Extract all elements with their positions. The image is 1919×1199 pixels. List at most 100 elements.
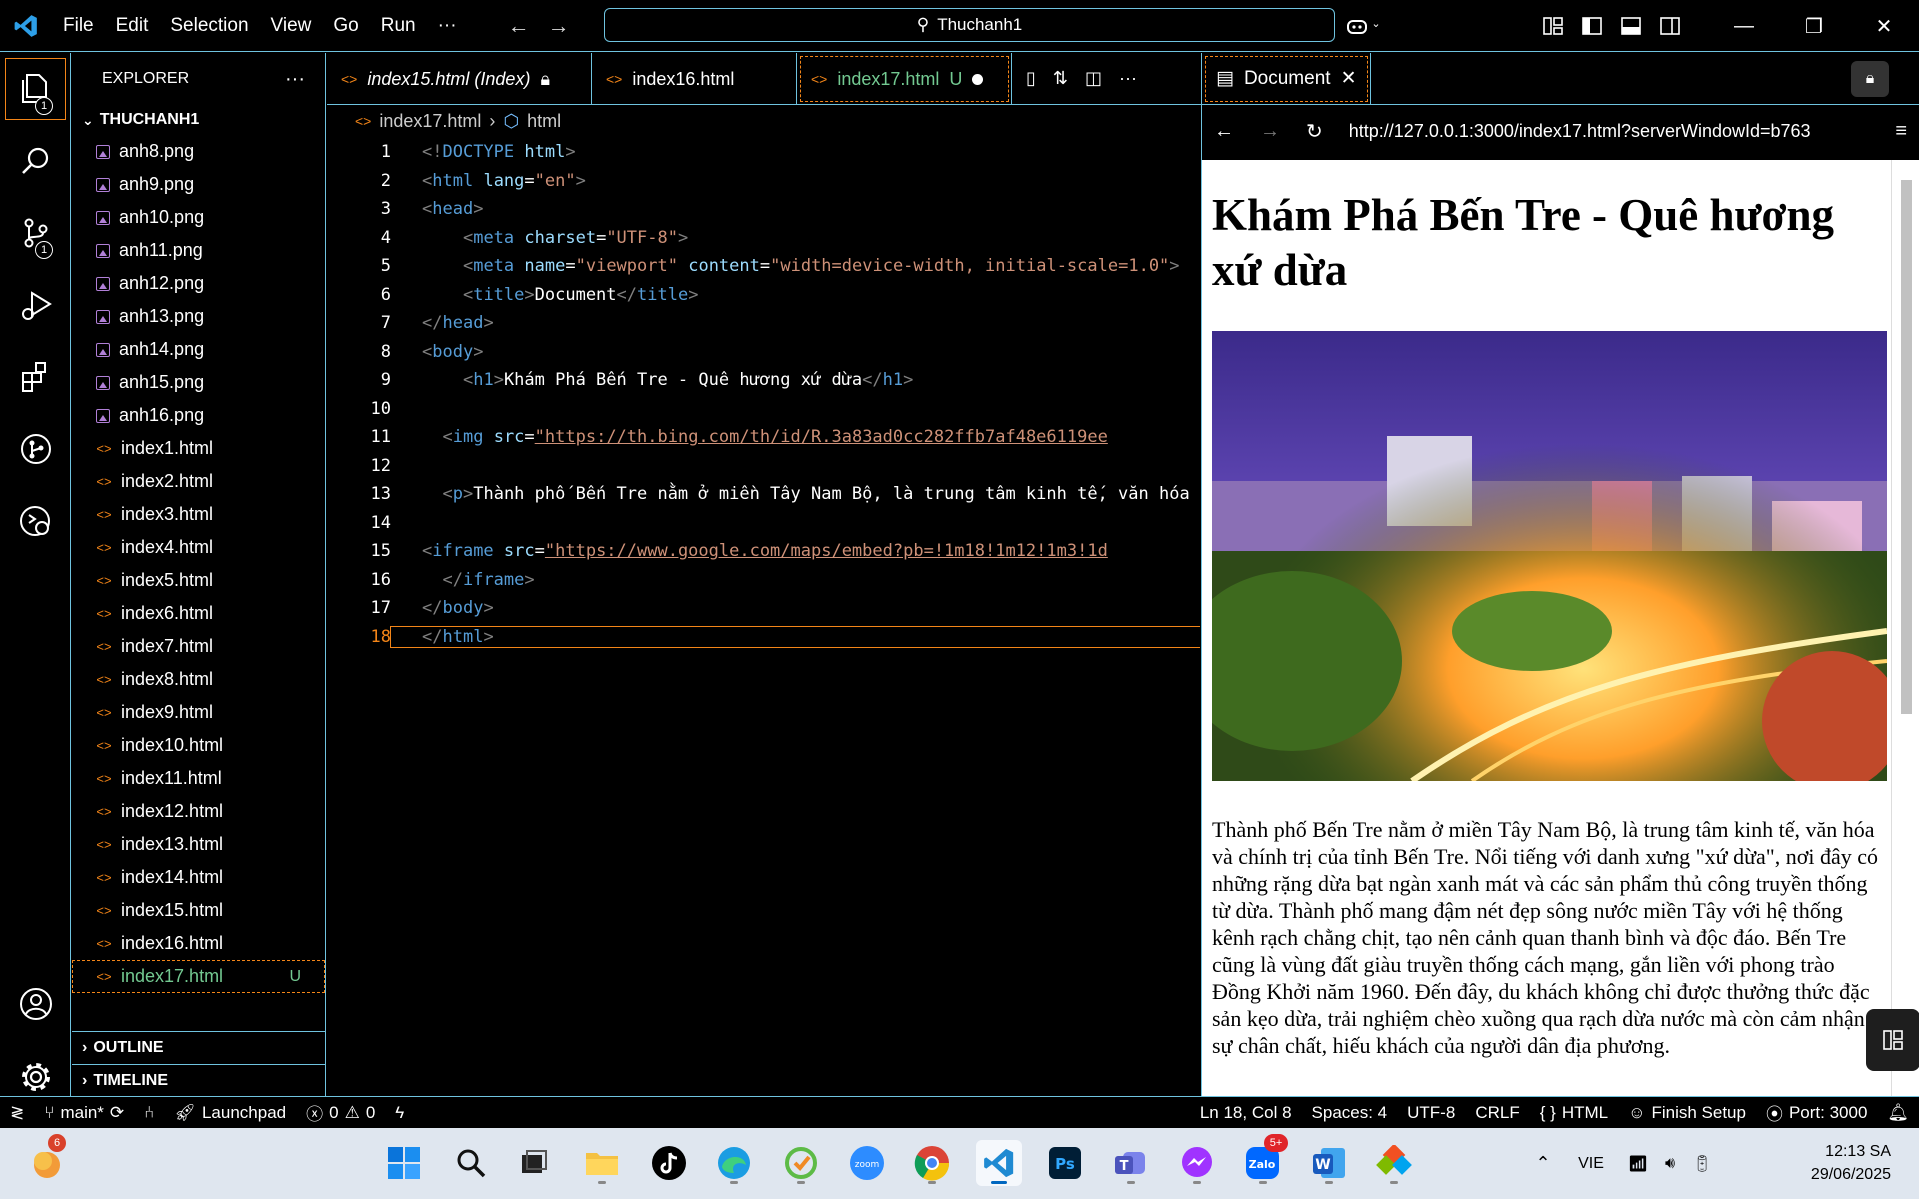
close-icon[interactable]: ✕ [1341,67,1357,90]
accounts-icon[interactable] [0,968,71,1040]
preview-toolbar-icon[interactable] [1866,1009,1919,1071]
indentation[interactable]: Spaces: 4 [1302,1103,1398,1123]
encoding[interactable]: UTF-8 [1397,1103,1465,1123]
file-item[interactable]: <> index7.html [72,630,325,663]
folder-header[interactable]: ⌄ THUCHANH1 [72,105,325,135]
explorer-icon[interactable]: 1 [0,53,71,125]
more-actions-icon[interactable]: ··· [285,68,305,91]
windows-start-icon[interactable] [381,1140,427,1186]
breadcrumb-symbol[interactable]: html [527,111,561,132]
minimize-button[interactable]: — [1709,15,1779,38]
menu-selection[interactable]: Selection [159,15,259,37]
file-item[interactable]: <> index14.html [72,861,325,894]
file-item[interactable]: <> index3.html [72,498,325,531]
file-item[interactable]: <> index11.html [72,762,325,795]
file-item[interactable]: anh9.png [72,168,325,201]
file-item[interactable]: <> index2.html [72,465,325,498]
wifi-icon[interactable]: 📶︎ [1621,1154,1655,1174]
messenger-icon[interactable] [1174,1140,1220,1186]
file-item[interactable]: <> index5.html [72,564,325,597]
launchpad-item[interactable]: 🚀︎ Launchpad [164,1103,296,1123]
url-bar[interactable]: http://127.0.0.1:3000/index17.html?serve… [1349,121,1870,142]
teams-icon[interactable]: T [1108,1140,1154,1186]
toggle-secondary-sidebar-icon[interactable] [1650,17,1689,35]
tiktok-icon[interactable] [646,1140,692,1186]
photoshop-icon[interactable]: Ps [1042,1140,1088,1186]
file-item[interactable]: <> index10.html [72,729,325,762]
browser-back-icon[interactable]: ← [1214,120,1234,143]
tab-index15[interactable]: <> index15.html (Index) 🔒︎ [327,53,592,105]
compare-changes-icon[interactable]: ⇅ [1053,68,1068,89]
back-arrow-icon[interactable]: ← [508,13,530,39]
restore-button[interactable]: ❐ [1779,14,1849,39]
remote-explorer-icon[interactable] [0,485,71,557]
forward-arrow-icon[interactable]: → [548,13,570,39]
remote-icon[interactable]: ≷ [0,1103,34,1123]
cursor-position[interactable]: Ln 18, Col 8 [1190,1103,1302,1123]
close-window-button[interactable]: ✕ [1849,14,1919,39]
toggle-primary-sidebar-icon[interactable] [1572,17,1611,35]
menu-view[interactable]: View [260,15,323,37]
file-item[interactable]: <> index8.html [72,663,325,696]
tab-index17[interactable]: <> index17.html U [797,53,1012,105]
chrome-icon[interactable] [909,1140,955,1186]
zoom-icon[interactable]: zoom [844,1140,890,1186]
menu-more[interactable]: ··· [427,15,468,37]
clock[interactable]: 12:13 SA 29/06/2025 [1811,1140,1891,1186]
zalo-icon[interactable]: Zalo 5+ [1240,1134,1288,1186]
menu-run[interactable]: Run [370,15,427,37]
preview-scrollbar[interactable] [1891,160,1919,1096]
file-item[interactable]: anh14.png [72,333,325,366]
unsaved-dot-icon[interactable] [972,73,984,85]
tab-document-preview[interactable]: ▤ Document ✕ [1202,52,1372,105]
finish-setup-item[interactable]: ☺ Finish Setup [1618,1103,1756,1123]
split-editor-icon[interactable]: ◫ [1085,68,1102,89]
breadcrumb-file[interactable]: index17.html [379,111,481,132]
hamburger-menu-icon[interactable]: ≡ [1895,120,1907,143]
language-mode[interactable]: { } HTML [1530,1103,1618,1123]
file-item[interactable]: <> index9.html [72,696,325,729]
editor-more-icon[interactable]: ··· [1119,68,1137,89]
edge-browser-icon[interactable] [711,1140,757,1186]
menu-file[interactable]: File [52,15,105,37]
vscode-taskbar-icon[interactable] [976,1140,1022,1186]
command-center[interactable]: ⚲ Thuchanh1 [604,8,1335,42]
browser-forward-icon[interactable]: → [1260,120,1280,143]
colorful-app-icon[interactable] [1371,1140,1417,1186]
word-icon[interactable]: W [1306,1140,1352,1186]
search-view-icon[interactable] [0,125,71,197]
battery-icon[interactable]: 🔋︎ [1685,1154,1719,1174]
problems-indicator[interactable]: ⓧ 0 ⚠ 0 [296,1100,385,1125]
widgets-weather-icon[interactable]: 6 [24,1134,70,1186]
open-preview-icon[interactable]: ▯ [1026,68,1036,89]
file-item[interactable]: <> index13.html [72,828,325,861]
source-control-icon[interactable]: 1 [0,197,71,269]
notifications-bell-icon[interactable]: 🔔︎ [1877,1103,1919,1123]
lock-group-icon[interactable]: 🔒︎ [1851,61,1889,97]
menu-go[interactable]: Go [322,15,369,37]
line-ending[interactable]: CRLF [1465,1103,1529,1123]
timeline-section[interactable]: › TIMELINE [72,1064,326,1097]
live-server-port[interactable]: ⦿ Port: 3000 [1756,1100,1877,1125]
git-graph-status-icon[interactable]: ⑃ [134,1103,164,1123]
lightning-icon[interactable]: ϟ [385,1103,414,1123]
file-item[interactable]: <> index12.html [72,795,325,828]
file-item[interactable]: anh11.png [72,234,325,267]
file-explorer-icon[interactable] [579,1140,625,1186]
file-item[interactable]: anh13.png [72,300,325,333]
branch-indicator[interactable]: ⑂ main* ⟳ [34,1103,134,1123]
green-app-icon[interactable] [778,1140,824,1186]
file-item[interactable]: <> index4.html [72,531,325,564]
run-debug-icon[interactable] [0,269,71,341]
reload-icon[interactable]: ↻ [1306,119,1323,144]
code-editor[interactable]: 1 <!DOCTYPE html> 2 <html lang="en"> 3 <head>… [327,138,1200,1096]
file-item[interactable]: anh16.png [72,399,325,432]
customize-layout-icon[interactable] [1533,17,1572,35]
task-view-icon[interactable] [511,1140,557,1186]
input-language[interactable]: VIE [1561,1155,1621,1173]
file-item[interactable]: <> index17.html U [72,960,325,993]
tab-index16[interactable]: <> index16.html [592,53,797,105]
file-item[interactable]: <> index15.html [72,894,325,927]
file-item[interactable]: anh12.png [72,267,325,300]
show-hidden-icons-chevron-icon[interactable]: ⌃ [1525,1153,1561,1174]
